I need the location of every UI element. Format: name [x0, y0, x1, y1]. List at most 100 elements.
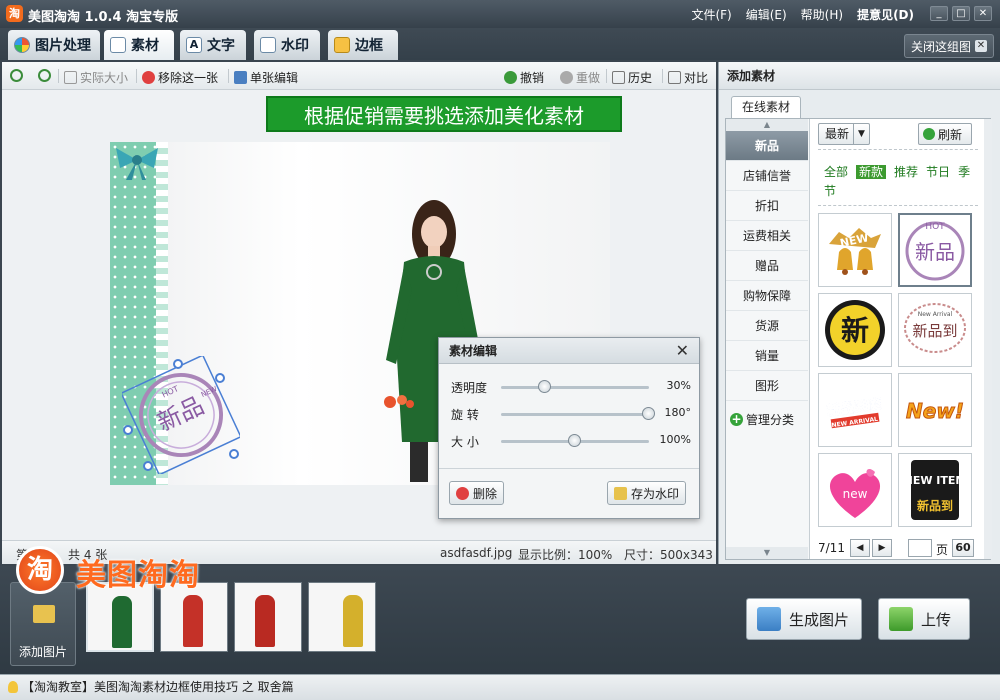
rotate-track[interactable] [501, 413, 649, 416]
compare-button[interactable]: 对比 [668, 69, 708, 86]
page-number-input[interactable] [908, 539, 932, 557]
category-supply[interactable]: 货源 [726, 311, 808, 341]
category-sales[interactable]: 销量 [726, 341, 808, 371]
thumbnail-4[interactable] [308, 582, 376, 652]
upload-label: 上传 [921, 610, 952, 629]
toolbar-divider [662, 69, 663, 83]
brand-logo-icon: 淘 [16, 546, 64, 594]
opacity-track[interactable] [501, 386, 649, 389]
tab-text[interactable]: A 文字 [180, 30, 246, 60]
new-exclaim-icon: New! [906, 399, 965, 424]
delete-icon [456, 486, 469, 500]
ribbon-bow-icon [116, 148, 158, 180]
toolbar-divider [606, 69, 607, 83]
material-tile-new-badge[interactable]: 新 [818, 293, 892, 367]
generate-image-button[interactable]: 生成图片 [746, 598, 862, 640]
save-as-watermark-button[interactable]: 存为水印 [607, 481, 687, 505]
text-icon: A [186, 37, 202, 53]
toolbar-divider [228, 69, 229, 83]
previous-page-button[interactable]: ◀ [850, 539, 870, 557]
actual-size-button[interactable]: 实际大小 [64, 69, 128, 86]
filter-recommended[interactable]: 推荐 [894, 165, 918, 179]
tab-border[interactable]: 边框 [328, 30, 398, 60]
dialog-close-button[interactable]: ✕ [676, 341, 689, 360]
material-tile-new-orange[interactable]: New! [898, 373, 972, 447]
category-shop-reputation[interactable]: 店铺信誉 [726, 161, 808, 191]
remove-icon [142, 71, 155, 84]
category-new[interactable]: 新品 [726, 131, 808, 161]
tab-image-processing[interactable]: 图片处理 [8, 30, 100, 60]
delete-material-button[interactable]: 删除 [449, 481, 505, 505]
tab-materials[interactable]: 素材 [104, 30, 174, 60]
category-shapes[interactable]: 图形 [726, 371, 808, 401]
save-watermark-label: 存为水印 [631, 486, 680, 501]
single-edit-button[interactable]: 单张编辑 [234, 69, 298, 86]
dialog-title: 素材编辑 [439, 338, 699, 364]
close-group-button[interactable]: 关闭这组图 ✕ [903, 34, 994, 58]
material-pager: 7/11 ◀ ▶ 页 60 [818, 539, 988, 559]
category-discount[interactable]: 折扣 [726, 191, 808, 221]
resize-handle[interactable] [123, 425, 133, 435]
manage-categories-button[interactable]: + 管理分类 [730, 411, 794, 428]
material-scrollbar[interactable] [984, 119, 992, 559]
undo-button[interactable]: 撤销 [504, 69, 544, 86]
history-button[interactable]: 历史 [612, 69, 652, 86]
tab-online-materials[interactable]: 在线素材 [731, 96, 802, 118]
compare-label: 对比 [684, 71, 709, 85]
material-tile-new-arrival-blue[interactable]: 新品到店 NEW ARRIVAL [818, 373, 892, 447]
sort-dropdown[interactable]: 最新 ▼ [818, 123, 870, 145]
close-window-button[interactable]: ✕ [974, 6, 992, 21]
opacity-slider-row: 透明度 30% [451, 378, 691, 396]
zoom-out-button[interactable] [38, 69, 51, 82]
material-tile-new-stamp[interactable]: HOT 新品 [898, 213, 972, 287]
category-shipping[interactable]: 运费相关 [726, 221, 808, 251]
category-scroll-down[interactable]: ▼ [726, 547, 808, 559]
filter-holiday[interactable]: 节日 [926, 165, 950, 179]
filter-new-style[interactable]: 新款 [856, 165, 887, 179]
refresh-button[interactable]: 刷新 [918, 123, 972, 145]
tip-bar[interactable]: 【淘淘教室】美图淘淘素材边框使用技巧 之 取舍篇 [0, 674, 1000, 700]
size-slider-thumb[interactable] [568, 434, 581, 447]
resize-handle[interactable] [143, 461, 153, 471]
upload-button[interactable]: 上传 [878, 598, 970, 640]
category-guarantee[interactable]: 购物保障 [726, 281, 808, 311]
category-scroll-up[interactable]: ▲ [726, 119, 808, 131]
rotate-slider-thumb[interactable] [642, 407, 655, 420]
material-browser: ▲ 新品 店铺信誉 折扣 运费相关 赠品 购物保障 货源 销量 图形 + 管理分… [725, 118, 992, 560]
add-folder-icon [33, 605, 55, 623]
resize-handle[interactable] [229, 449, 239, 459]
bells-icon: NEW [829, 228, 881, 275]
tab-watermark[interactable]: 水印 [254, 30, 320, 60]
tab-label: 素材 [131, 38, 159, 54]
upload-arrow-icon [889, 607, 913, 631]
go-page-button[interactable]: 60 [952, 539, 974, 557]
refresh-label: 刷新 [938, 127, 963, 142]
opacity-slider-thumb[interactable] [538, 380, 552, 393]
material-tile-new-item[interactable]: NEW ITEM 新品到 [898, 453, 972, 527]
selected-new-product-sticker[interactable]: 新品 HOT NEW [122, 356, 240, 474]
maximize-button[interactable]: □ [952, 6, 970, 21]
menu-file[interactable]: 文件(F) [691, 6, 731, 23]
menu-feedback[interactable]: 提意见(D) [857, 6, 914, 23]
thumbnail-figure [255, 595, 275, 647]
filter-all[interactable]: 全部 [824, 165, 848, 179]
thumbnail-figure [343, 595, 363, 647]
size-slider-row: 大 小 100% [451, 432, 691, 450]
category-gift[interactable]: 赠品 [726, 251, 808, 281]
next-page-button[interactable]: ▶ [872, 539, 892, 557]
compare-icon [668, 71, 681, 84]
resize-handle[interactable] [215, 373, 225, 383]
minimize-button[interactable]: _ [930, 6, 948, 21]
menu-help[interactable]: 帮助(H) [801, 6, 843, 23]
size-label: 大 小 [451, 435, 479, 449]
material-tile-new-bells[interactable]: NEW [818, 213, 892, 287]
menu-edit[interactable]: 编辑(E) [746, 6, 787, 23]
redo-button[interactable]: 重做 [560, 69, 600, 86]
rotate-handle[interactable] [173, 359, 183, 369]
brand-logo: 淘 美图淘淘 [16, 546, 256, 596]
material-tile-new-heart[interactable]: new [818, 453, 892, 527]
material-tile-new-arrival-bubble[interactable]: New Arrival 新品到 [898, 293, 972, 367]
remove-one-button[interactable]: 移除这一张 [142, 69, 218, 86]
zoom-in-button[interactable] [10, 69, 23, 82]
flower-decoration [384, 395, 414, 408]
